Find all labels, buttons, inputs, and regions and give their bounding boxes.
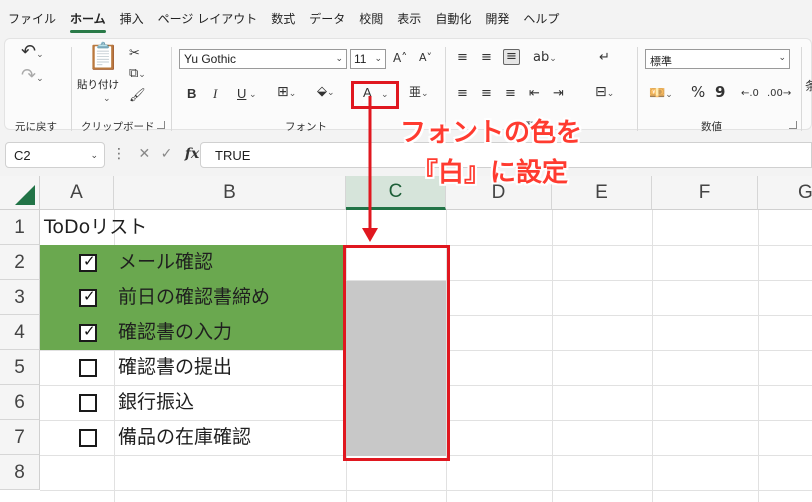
- annotation-text-line2: 『白』に設定: [412, 158, 569, 188]
- arrow-head: [362, 228, 378, 242]
- column-c-highlight-box: [343, 245, 450, 461]
- annotation-text-line1: フォントの色を: [400, 118, 583, 148]
